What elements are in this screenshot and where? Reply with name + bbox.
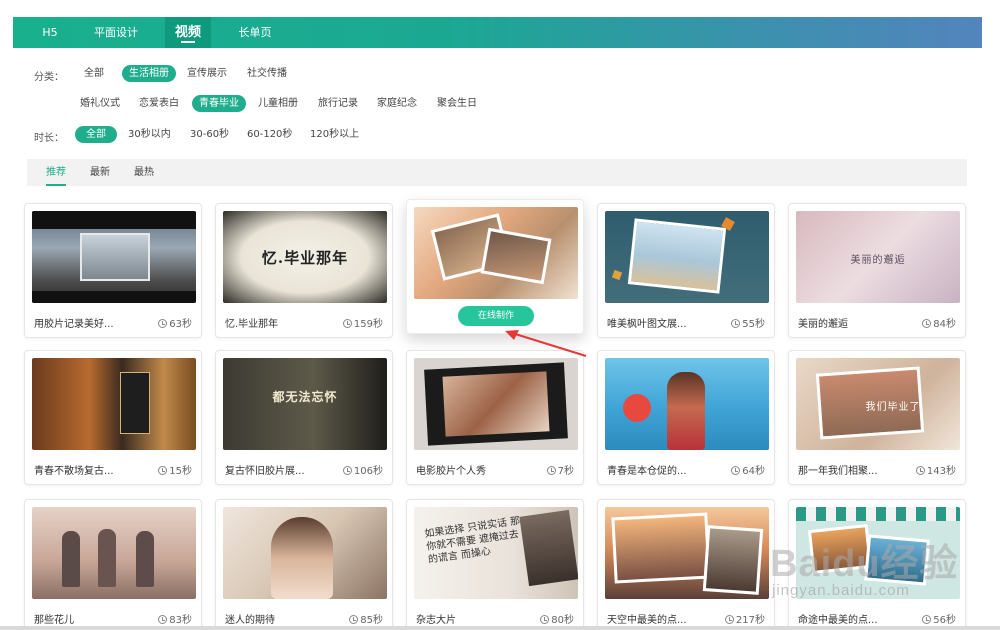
watermark-url: jingyan.baidu.com [772,582,910,599]
horizontal-scrollbar[interactable] [0,626,1000,630]
baidu-watermark: Baidu经验 jingyan.baidu.com [770,532,990,604]
watermark-logo: Baidu经验 [770,543,959,585]
